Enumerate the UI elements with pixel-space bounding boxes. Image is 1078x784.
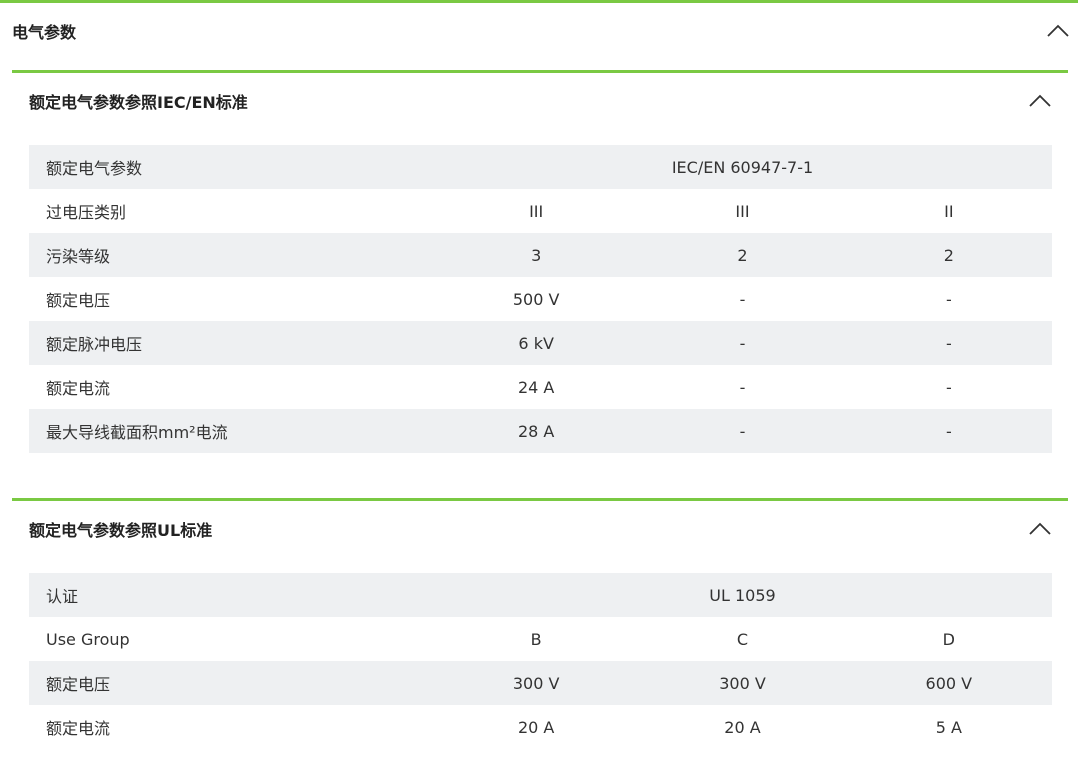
electrical-params-title: 电气参数 [12,23,77,42]
standard-value: IEC/EN 60947-7-1 [671,157,814,177]
param-label: 额定脉冲电压 [46,335,143,354]
param-value: 24 A [517,377,555,397]
param-label: 额定电流 [46,719,111,738]
param-value: 300 V [512,673,560,693]
table-row: 额定脉冲电压 6 kV - - [29,321,1052,365]
table-row: 额定电流 24 A - - [29,365,1052,409]
param-label: 过电压类别 [46,203,127,222]
param-value: - [739,421,746,441]
param-value: D [942,629,955,649]
param-value: 6 kV [518,333,554,353]
param-value: - [945,377,952,397]
table-row: 过电压类别 III III II [29,189,1052,233]
param-value: 300 V [719,673,766,693]
standard-value: UL 1059 [709,585,776,605]
electrical-params-header[interactable]: 电气参数 [12,3,1072,59]
ul-params-table: 认证 UL 1059 Use Group B C D 额定电压 300 V 30… [29,573,1052,749]
param-value: III [735,201,750,221]
ul-section-header[interactable]: 额定电气参数参照UL标准 [12,501,1068,557]
table-row: 额定电气参数 IEC/EN 60947-7-1 [29,145,1052,189]
table-row: 额定电压 300 V 300 V 600 V [29,661,1052,705]
param-value: 500 V [512,289,560,309]
param-value: 2 [737,245,748,265]
param-value: 2 [943,245,954,265]
param-value: - [739,377,746,397]
param-value: C [736,629,749,649]
param-value: 5 A [935,717,962,737]
table-row: 认证 UL 1059 [29,573,1052,617]
param-label: 额定电流 [46,379,111,398]
ul-section: 额定电气参数参照UL标准 认证 UL 1059 Use Group B C D … [12,498,1068,784]
param-value: - [739,289,746,309]
table-row: 额定电压 500 V - - [29,277,1052,321]
iec-en-section: 额定电气参数参照IEC/EN标准 额定电气参数 IEC/EN 60947-7-1… [12,70,1068,480]
param-value: - [945,421,952,441]
iec-en-params-table: 额定电气参数 IEC/EN 60947-7-1 过电压类别 III III II… [29,145,1052,453]
param-value: 20 A [724,717,761,737]
param-value: III [529,201,544,221]
table-row: 额定电流 20 A 20 A 5 A [29,705,1052,749]
param-value: 28 A [517,421,555,441]
param-label: Use Group [46,629,130,649]
table-row: 污染等级 3 2 2 [29,233,1052,277]
iec-en-section-header[interactable]: 额定电气参数参照IEC/EN标准 [12,73,1068,129]
param-value: - [739,333,746,353]
param-value: 3 [531,245,542,265]
table-row: Use Group B C D [29,617,1052,661]
param-label: 额定电气参数 [46,159,143,178]
param-value: - [945,289,952,309]
param-value: 600 V [925,673,973,693]
param-label: 额定电压 [46,675,111,694]
ul-section-title: 额定电气参数参照UL标准 [29,521,213,540]
chevron-up-icon[interactable] [1026,515,1054,543]
chevron-up-icon[interactable] [1044,17,1072,45]
param-value: II [944,201,954,221]
param-label: 额定电压 [46,291,111,310]
param-label: 认证 [46,587,79,606]
page: 电气参数 额定电气参数参照IEC/EN标准 额定电气参数 IEC/EN 6094… [0,0,1078,784]
iec-en-section-title: 额定电气参数参照IEC/EN标准 [29,93,248,112]
param-value: 20 A [517,717,555,737]
param-value: B [530,629,542,649]
chevron-up-icon[interactable] [1026,87,1054,115]
param-label: 污染等级 [46,247,111,266]
param-label: 最大导线截面积mm²电流 [46,423,228,442]
table-row: 最大导线截面积mm²电流 28 A - - [29,409,1052,453]
param-value: - [945,333,952,353]
